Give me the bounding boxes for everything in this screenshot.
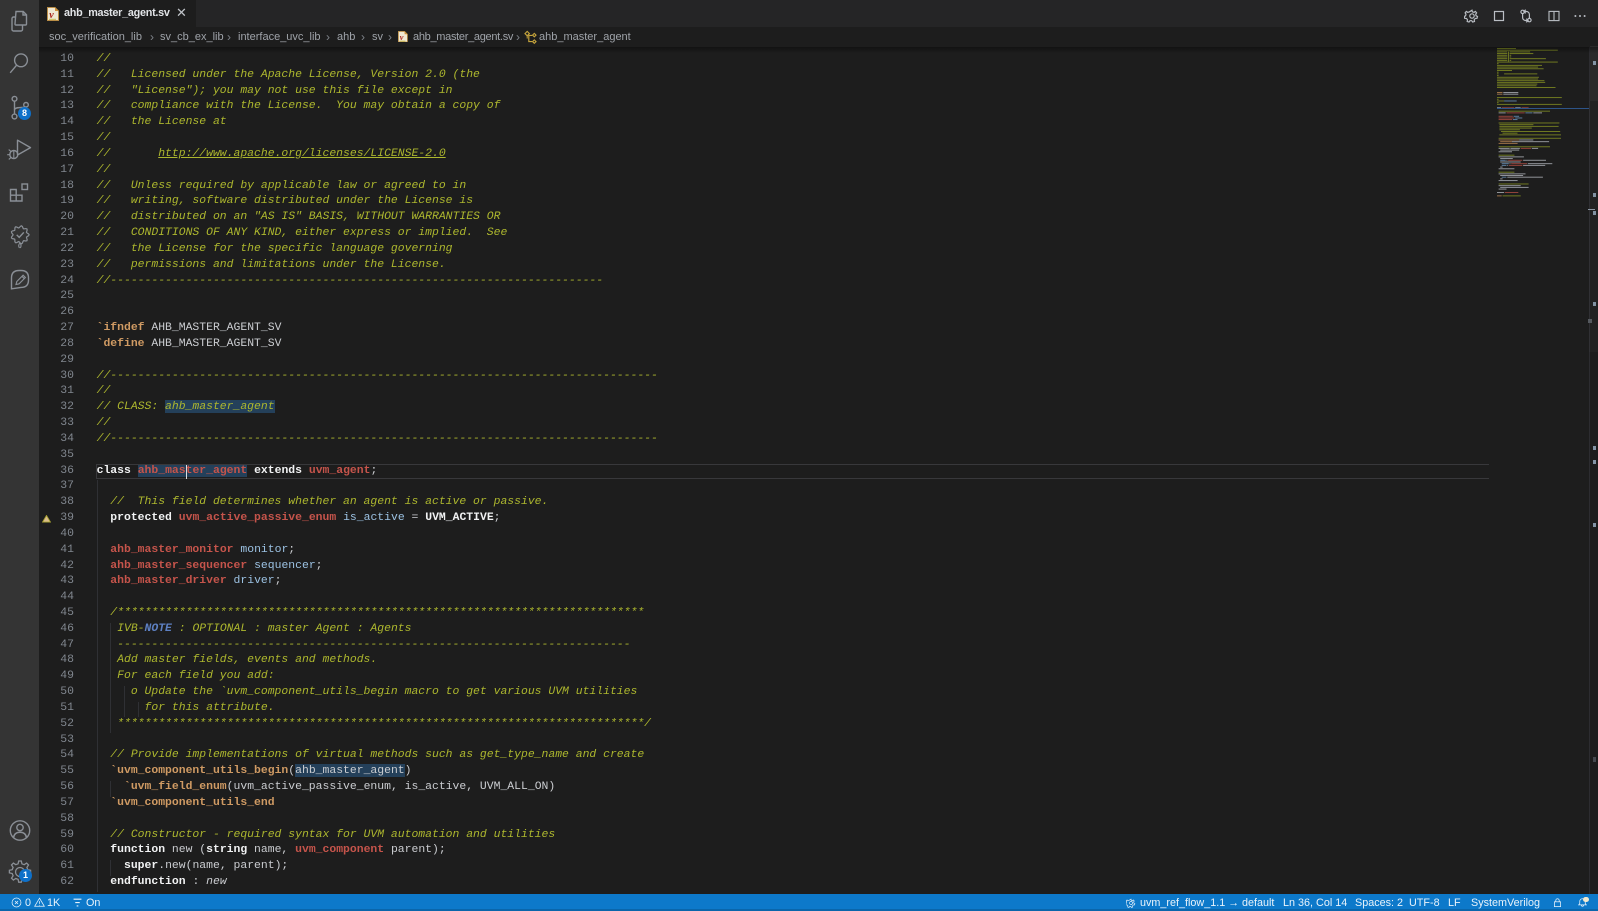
svg-text:v: v [400, 33, 404, 42]
